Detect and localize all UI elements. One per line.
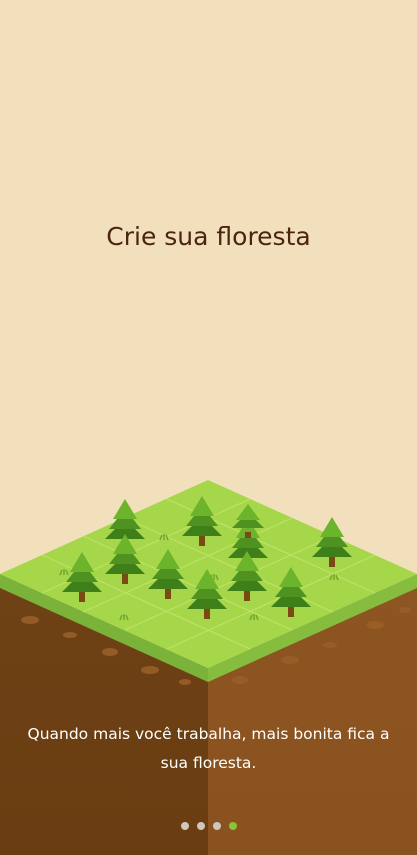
page-title: Crie sua floresta xyxy=(106,222,311,251)
page-dot-3[interactable] xyxy=(212,822,221,830)
page-description: Quando mais você trabalha, mais bonita f… xyxy=(27,725,390,772)
page-dot-2[interactable] xyxy=(196,822,205,830)
onboarding-screen: Crie sua floresta Quando mais você traba… xyxy=(0,0,417,855)
forest-illustration xyxy=(0,480,417,855)
page-dot-4-active[interactable] xyxy=(228,822,237,830)
page-dot-1[interactable] xyxy=(180,822,189,830)
page-indicator xyxy=(0,822,417,830)
